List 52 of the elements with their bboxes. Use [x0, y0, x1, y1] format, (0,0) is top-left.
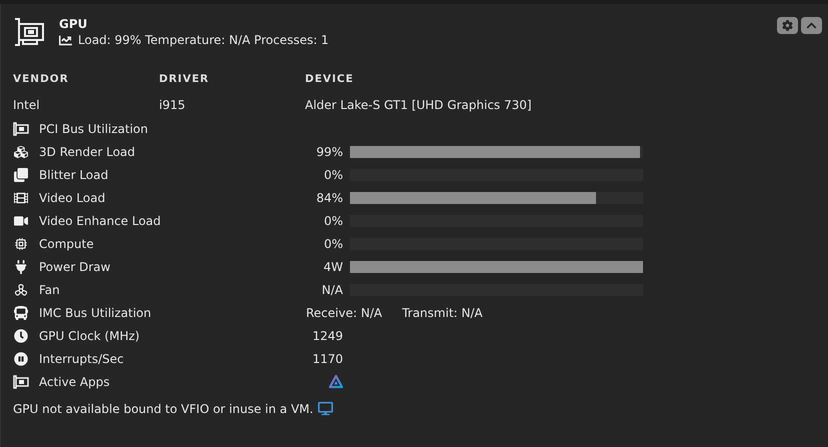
metric-value: 99% — [315, 144, 343, 158]
settings-button[interactable] — [777, 17, 798, 34]
column-header: DEVICE — [305, 73, 355, 87]
line-chart-icon — [59, 34, 72, 46]
metric-label: PCI Bus Utilization — [39, 122, 148, 136]
card-icon — [13, 122, 29, 136]
metric-label: 3D Render Load — [39, 144, 136, 158]
metric-label: Active Apps — [39, 374, 110, 388]
card-icon — [13, 374, 29, 388]
metric-label: Video Load — [39, 190, 106, 204]
transmit-value: Transmit: N/A — [402, 306, 483, 320]
metric-label: Blitter Load — [39, 168, 108, 182]
table-cell: Intel — [13, 98, 40, 112]
metric-label: Video Enhance Load — [39, 214, 161, 228]
pause-icon — [13, 352, 29, 366]
metric-value: 0% — [322, 168, 343, 182]
metric-value: 0% — [322, 214, 343, 228]
metric-label: Fan — [39, 282, 60, 296]
app-logo-icon — [329, 374, 343, 388]
fan-icon — [13, 282, 29, 296]
clock-icon — [13, 328, 29, 342]
column-header: DRIVER — [159, 73, 210, 87]
metric-value: 0% — [322, 236, 343, 250]
plug-icon — [13, 260, 29, 274]
settings-icon — [782, 20, 793, 31]
caret-icon — [806, 20, 817, 31]
metric-value: 4W — [322, 260, 343, 274]
cubes-icon — [13, 144, 29, 158]
chip-icon — [13, 236, 29, 250]
metric-value: 1249 — [311, 328, 343, 342]
metric-value: N/A — [320, 282, 343, 296]
metric-label: IMC Bus Utilization — [39, 306, 152, 320]
card-title: GPU — [59, 17, 88, 31]
metric-label: Power Draw — [39, 260, 110, 274]
column-header: VENDOR — [13, 73, 70, 87]
metric-value: 84% — [315, 190, 343, 204]
bus-icon — [13, 306, 29, 320]
metric-label: Compute — [39, 236, 94, 250]
graphics-card-icon — [13, 16, 45, 48]
copy-icon — [13, 168, 29, 182]
video-camera-icon — [13, 214, 29, 228]
collapse-button[interactable] — [801, 17, 822, 34]
gpu-summary: Load: 99% Temperature: N/A Processes: 1 — [78, 33, 329, 47]
monitor-icon — [318, 401, 334, 416]
metric-label: Interrupts/Sec — [39, 352, 124, 366]
receive-value: Receive: N/A — [306, 306, 382, 320]
film-icon — [13, 190, 29, 204]
metric-label: GPU Clock (MHz) — [39, 328, 140, 342]
metric-value: 1170 — [311, 352, 343, 366]
table-cell: i915 — [159, 98, 186, 112]
vfio-notice: GPU not available bound to VFIO or inuse in a VM. — [13, 402, 314, 416]
table-cell: Alder Lake-S GT1 [UHD Graphics 730] — [305, 98, 532, 112]
